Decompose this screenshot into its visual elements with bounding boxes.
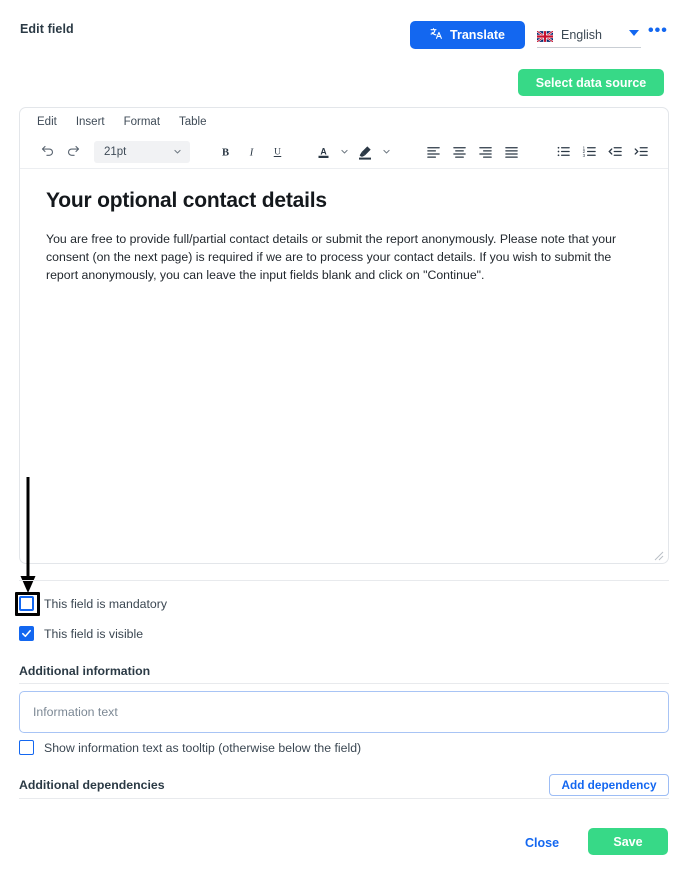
additional-information-label: Additional information xyxy=(19,664,151,678)
text-color-chevron-down-icon[interactable] xyxy=(336,139,352,165)
undo-icon[interactable] xyxy=(34,139,60,165)
translate-icon xyxy=(430,27,443,43)
italic-icon[interactable]: I xyxy=(238,139,264,165)
additional-dependencies-label: Additional dependencies xyxy=(19,778,165,792)
section-divider xyxy=(19,580,669,581)
save-button[interactable]: Save xyxy=(588,828,668,855)
tooltip-checkbox[interactable] xyxy=(19,740,34,755)
highlight-color-icon[interactable] xyxy=(352,139,378,165)
document-paragraph: You are free to provide full/partial con… xyxy=(46,232,617,282)
align-left-icon[interactable] xyxy=(420,139,446,165)
translate-button[interactable]: Translate xyxy=(410,21,525,49)
svg-text:A: A xyxy=(320,146,327,156)
highlight-color-chevron-down-icon[interactable] xyxy=(378,139,394,165)
rich-text-editor: Edit Insert Format Table 21pt B I U A 1 … xyxy=(19,107,669,564)
redo-icon[interactable] xyxy=(60,139,86,165)
svg-text:I: I xyxy=(248,147,253,158)
visible-checkbox[interactable] xyxy=(19,626,34,641)
add-dependency-button[interactable]: Add dependency xyxy=(549,774,669,796)
svg-text:B: B xyxy=(221,147,228,158)
align-center-icon[interactable] xyxy=(446,139,472,165)
editor-resize-handle[interactable] xyxy=(652,548,664,561)
text-color-icon[interactable]: A xyxy=(310,139,336,165)
svg-text:3: 3 xyxy=(582,153,585,158)
section-divider xyxy=(19,798,669,799)
section-divider xyxy=(19,683,669,684)
language-selector[interactable]: English xyxy=(536,22,641,48)
language-label: English xyxy=(561,27,602,42)
editor-content-area[interactable]: Your optional contact details You are fr… xyxy=(20,169,668,284)
edit-field-dialog: Edit field Translate English ••• Select … xyxy=(0,0,688,872)
align-justify-icon[interactable] xyxy=(498,139,524,165)
chevron-down-icon xyxy=(174,149,181,154)
visible-checkbox-label: This field is visible xyxy=(44,626,144,641)
document-heading: Your optional contact details xyxy=(46,189,327,212)
editor-toolbar: 21pt B I U A 1 2 3 xyxy=(20,135,668,169)
uk-flag-icon xyxy=(536,29,554,43)
checkmark-icon xyxy=(22,629,31,638)
menu-item-table[interactable]: Table xyxy=(179,116,207,128)
header-more-icon[interactable]: ••• xyxy=(648,23,668,39)
close-button[interactable]: Close xyxy=(521,832,563,854)
tooltip-checkbox-row[interactable]: Show information text as tooltip (otherw… xyxy=(19,740,361,755)
menu-item-edit[interactable]: Edit xyxy=(37,116,57,128)
editor-menubar: Edit Insert Format Table xyxy=(20,108,668,135)
align-right-icon[interactable] xyxy=(472,139,498,165)
outdent-icon[interactable] xyxy=(602,139,628,165)
tooltip-checkbox-label: Show information text as tooltip (otherw… xyxy=(44,740,362,755)
indent-icon[interactable] xyxy=(628,139,654,165)
down-arrow-annotation xyxy=(19,477,37,595)
select-data-source-button[interactable]: Select data source xyxy=(518,69,664,96)
translate-button-label: Translate xyxy=(450,28,505,42)
chevron-down-icon xyxy=(629,30,639,36)
mandatory-checkbox[interactable] xyxy=(19,596,34,611)
underline-icon[interactable]: U xyxy=(264,139,290,165)
menu-item-format[interactable]: Format xyxy=(124,116,160,128)
numbered-list-icon[interactable]: 123 xyxy=(576,139,602,165)
page-title: Edit field xyxy=(20,22,74,36)
mandatory-checkbox-row[interactable]: This field is mandatory xyxy=(19,596,167,611)
visible-checkbox-row[interactable]: This field is visible xyxy=(19,626,143,641)
dialog-header: Edit field Translate English ••• xyxy=(0,0,688,60)
font-size-value: 21pt xyxy=(104,145,127,158)
information-text-input[interactable] xyxy=(19,691,669,733)
font-size-selector[interactable]: 21pt xyxy=(94,140,190,163)
mandatory-checkbox-label: This field is mandatory xyxy=(44,596,168,611)
bullet-list-icon[interactable] xyxy=(550,139,576,165)
menu-item-insert[interactable]: Insert xyxy=(76,116,105,128)
bold-icon[interactable]: B xyxy=(212,139,238,165)
